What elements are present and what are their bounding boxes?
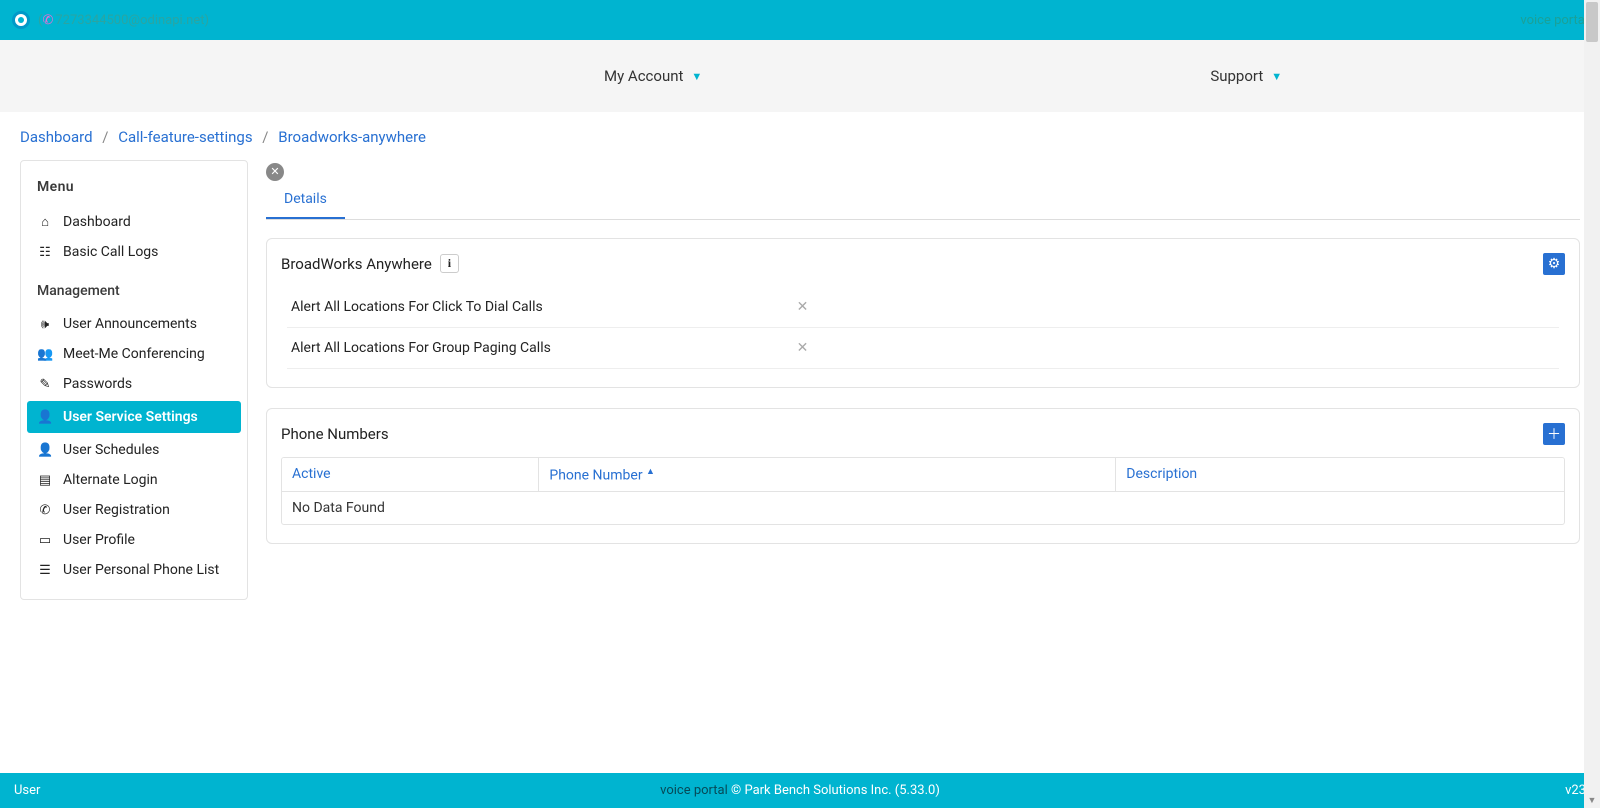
no-data-row: No Data Found (282, 492, 1564, 524)
tab-details[interactable]: Details (266, 185, 345, 219)
sidebar-item-user-service-settings[interactable]: 👤 User Service Settings (27, 401, 241, 433)
user-id-text: 7273344500@odinapi.net (55, 13, 204, 28)
phone-numbers-table: Active Phone Number ▲ Description No Dat… (281, 457, 1565, 526)
panel-header: BroadWorks Anywhere i ⚙ (281, 253, 1565, 287)
setting-row: Alert All Locations For Group Paging Cal… (287, 328, 1559, 369)
sidebar-item-user-registration[interactable]: ✆ User Registration (21, 495, 247, 525)
key-icon: ✎ (37, 377, 53, 392)
sidebar-item-phone-list[interactable]: ☰ User Personal Phone List (21, 555, 247, 585)
content: ✕ Details BroadWorks Anywhere i ⚙ Alert … (266, 160, 1580, 753)
sidebar-item-label: Basic Call Logs (63, 244, 158, 260)
sidebar: Menu ⌂ Dashboard ☷ Basic Call Logs Manag… (20, 160, 248, 600)
chevron-down-icon: ▼ (1271, 70, 1282, 83)
nav-support-label: Support (1210, 67, 1263, 85)
nav-support[interactable]: Support ▼ (1196, 59, 1296, 93)
setting-label: Alert All Locations For Group Paging Cal… (291, 340, 551, 356)
phone-icon: ✆ (42, 13, 53, 28)
sort-asc-icon: ▲ (646, 467, 655, 477)
th-description[interactable]: Description (1115, 458, 1564, 492)
secondary-nav: My Account ▼ Support ▼ (0, 40, 1600, 112)
gear-icon: ⚙ (1548, 256, 1561, 272)
chevron-down-icon: ▼ (691, 70, 702, 83)
footer: User voice portal © Park Bench Solutions… (0, 773, 1600, 808)
panel-title-text: BroadWorks Anywhere (281, 255, 432, 273)
th-phone-label: Phone Number (549, 467, 642, 483)
footer-version: v23 (1565, 783, 1586, 798)
users-icon: 👥 (37, 347, 53, 362)
th-active[interactable]: Active (282, 458, 538, 492)
info-button[interactable]: i (440, 254, 459, 273)
home-icon: ⌂ (37, 214, 53, 230)
sidebar-item-meetme[interactable]: 👥 Meet-Me Conferencing (21, 339, 247, 369)
user-gear-icon: 👤 (37, 410, 53, 425)
logo-icon (12, 11, 30, 29)
sidebar-item-label: Passwords (63, 376, 132, 392)
breadcrumb: Dashboard / Call-feature-settings / Broa… (0, 112, 1600, 160)
sidebar-item-label: Alternate Login (63, 472, 158, 488)
footer-left: User (14, 783, 40, 798)
close-button[interactable]: ✕ (266, 163, 284, 181)
x-icon: ✕ (797, 299, 1555, 315)
sidebar-item-alternate-login[interactable]: ▤ Alternate Login (21, 465, 247, 495)
add-button[interactable]: ＋ (1543, 423, 1565, 445)
table-header: Active Phone Number ▲ Description (282, 458, 1564, 493)
panel-phone-numbers: Phone Numbers ＋ Active Phone Number ▲ De… (266, 408, 1580, 545)
setting-row: Alert All Locations For Click To Dial Ca… (287, 287, 1559, 328)
x-icon: ✕ (797, 340, 1555, 356)
breadcrumb-sep: / (262, 128, 268, 146)
sidebar-item-dashboard[interactable]: ⌂ Dashboard (21, 207, 247, 237)
nav-my-account[interactable]: My Account ▼ (590, 59, 716, 93)
breadcrumb-broadworks[interactable]: Broadworks-anywhere (278, 128, 426, 146)
scrollbar-thumb[interactable] (1586, 2, 1598, 42)
footer-copyright: © Park Bench Solutions Inc. (5.33.0) (731, 783, 940, 798)
th-phone-number[interactable]: Phone Number ▲ (538, 458, 1115, 492)
sidebar-item-label: User Personal Phone List (63, 562, 219, 578)
plus-icon: ＋ (1547, 424, 1561, 444)
phone-icon: ✆ (37, 503, 53, 518)
main-area: Menu ⌂ Dashboard ☷ Basic Call Logs Manag… (0, 160, 1600, 773)
sidebar-menu-title: Menu (21, 175, 247, 207)
panel-title-text: Phone Numbers (281, 425, 389, 443)
user-clock-icon: 👤 (37, 443, 53, 458)
card-icon: ▭ (37, 533, 53, 548)
sidebar-item-label: User Profile (63, 532, 135, 548)
sidebar-item-label: User Announcements (63, 316, 197, 332)
tabs: Details (266, 185, 1580, 220)
breadcrumb-dashboard[interactable]: Dashboard (20, 128, 93, 146)
sidebar-item-passwords[interactable]: ✎ Passwords (21, 369, 247, 399)
user-id[interactable]: (✆7273344500@odinapi.net) (38, 13, 209, 28)
panel-title: BroadWorks Anywhere i (281, 254, 459, 273)
nav-my-account-label: My Account (604, 67, 683, 85)
sidebar-mgmt-title: Management (21, 267, 247, 309)
panel-title: Phone Numbers (281, 425, 389, 443)
footer-portal: voice portal (660, 783, 728, 798)
list-icon: ☰ (37, 563, 53, 578)
panel-broadworks: BroadWorks Anywhere i ⚙ Alert All Locati… (266, 238, 1580, 388)
breadcrumb-call-feature[interactable]: Call-feature-settings (118, 128, 252, 146)
setting-label: Alert All Locations For Click To Dial Ca… (291, 299, 543, 315)
sidebar-item-user-schedules[interactable]: 👤 User Schedules (21, 435, 247, 465)
panel-header: Phone Numbers ＋ (281, 423, 1565, 457)
settings-button[interactable]: ⚙ (1543, 253, 1565, 275)
sidebar-item-user-profile[interactable]: ▭ User Profile (21, 525, 247, 555)
close-icon: ✕ (270, 165, 279, 178)
footer-center: voice portal © Park Bench Solutions Inc.… (660, 783, 940, 798)
sidebar-item-label: User Service Settings (63, 409, 198, 425)
list-icon: ☷ (37, 245, 53, 260)
topbar-left: (✆7273344500@odinapi.net) (12, 11, 209, 29)
scroll-down-icon[interactable]: ▼ (1584, 795, 1600, 806)
breadcrumb-sep: / (102, 128, 108, 146)
sidebar-item-label: Meet-Me Conferencing (63, 346, 205, 362)
bullhorn-icon: 🕪 (37, 317, 53, 332)
sidebar-item-label: User Schedules (63, 442, 159, 458)
sidebar-item-label: Dashboard (63, 214, 131, 230)
sidebar-item-basic-call-logs[interactable]: ☷ Basic Call Logs (21, 237, 247, 267)
id-icon: ▤ (37, 473, 53, 488)
sidebar-item-label: User Registration (63, 502, 170, 518)
scrollbar[interactable]: ▼ (1584, 0, 1600, 808)
sidebar-item-announcements[interactable]: 🕪 User Announcements (21, 309, 247, 339)
topbar: (✆7273344500@odinapi.net) voice portal (0, 0, 1600, 40)
topbar-right-link[interactable]: voice portal (1520, 13, 1588, 28)
